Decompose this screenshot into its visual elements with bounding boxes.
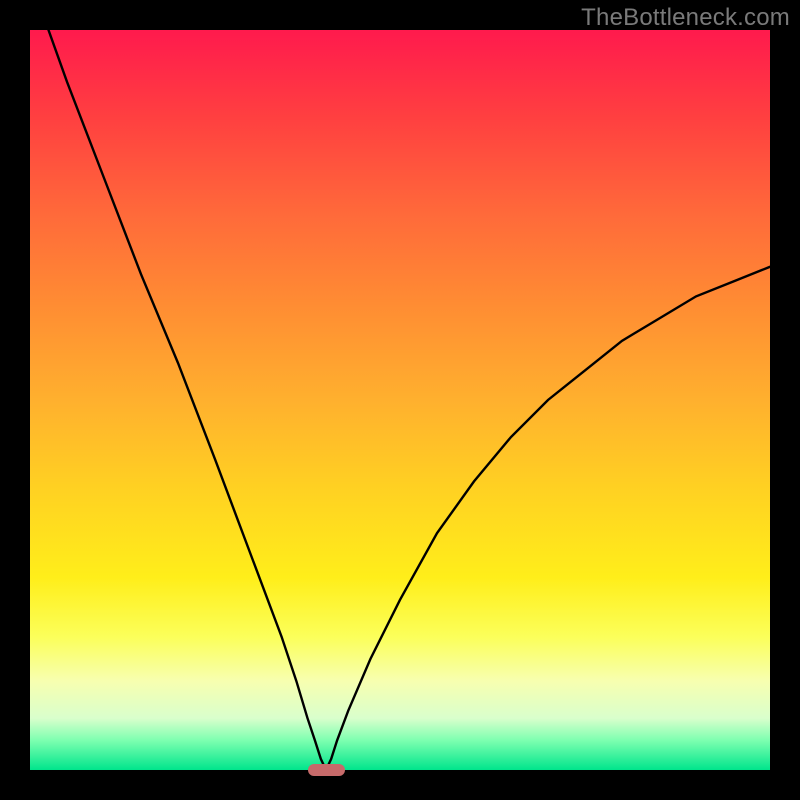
curve-layer xyxy=(30,30,770,770)
plot-frame xyxy=(30,30,770,770)
optimal-marker xyxy=(308,764,345,776)
bottleneck-curve xyxy=(30,30,770,770)
watermark-text: TheBottleneck.com xyxy=(581,4,790,32)
